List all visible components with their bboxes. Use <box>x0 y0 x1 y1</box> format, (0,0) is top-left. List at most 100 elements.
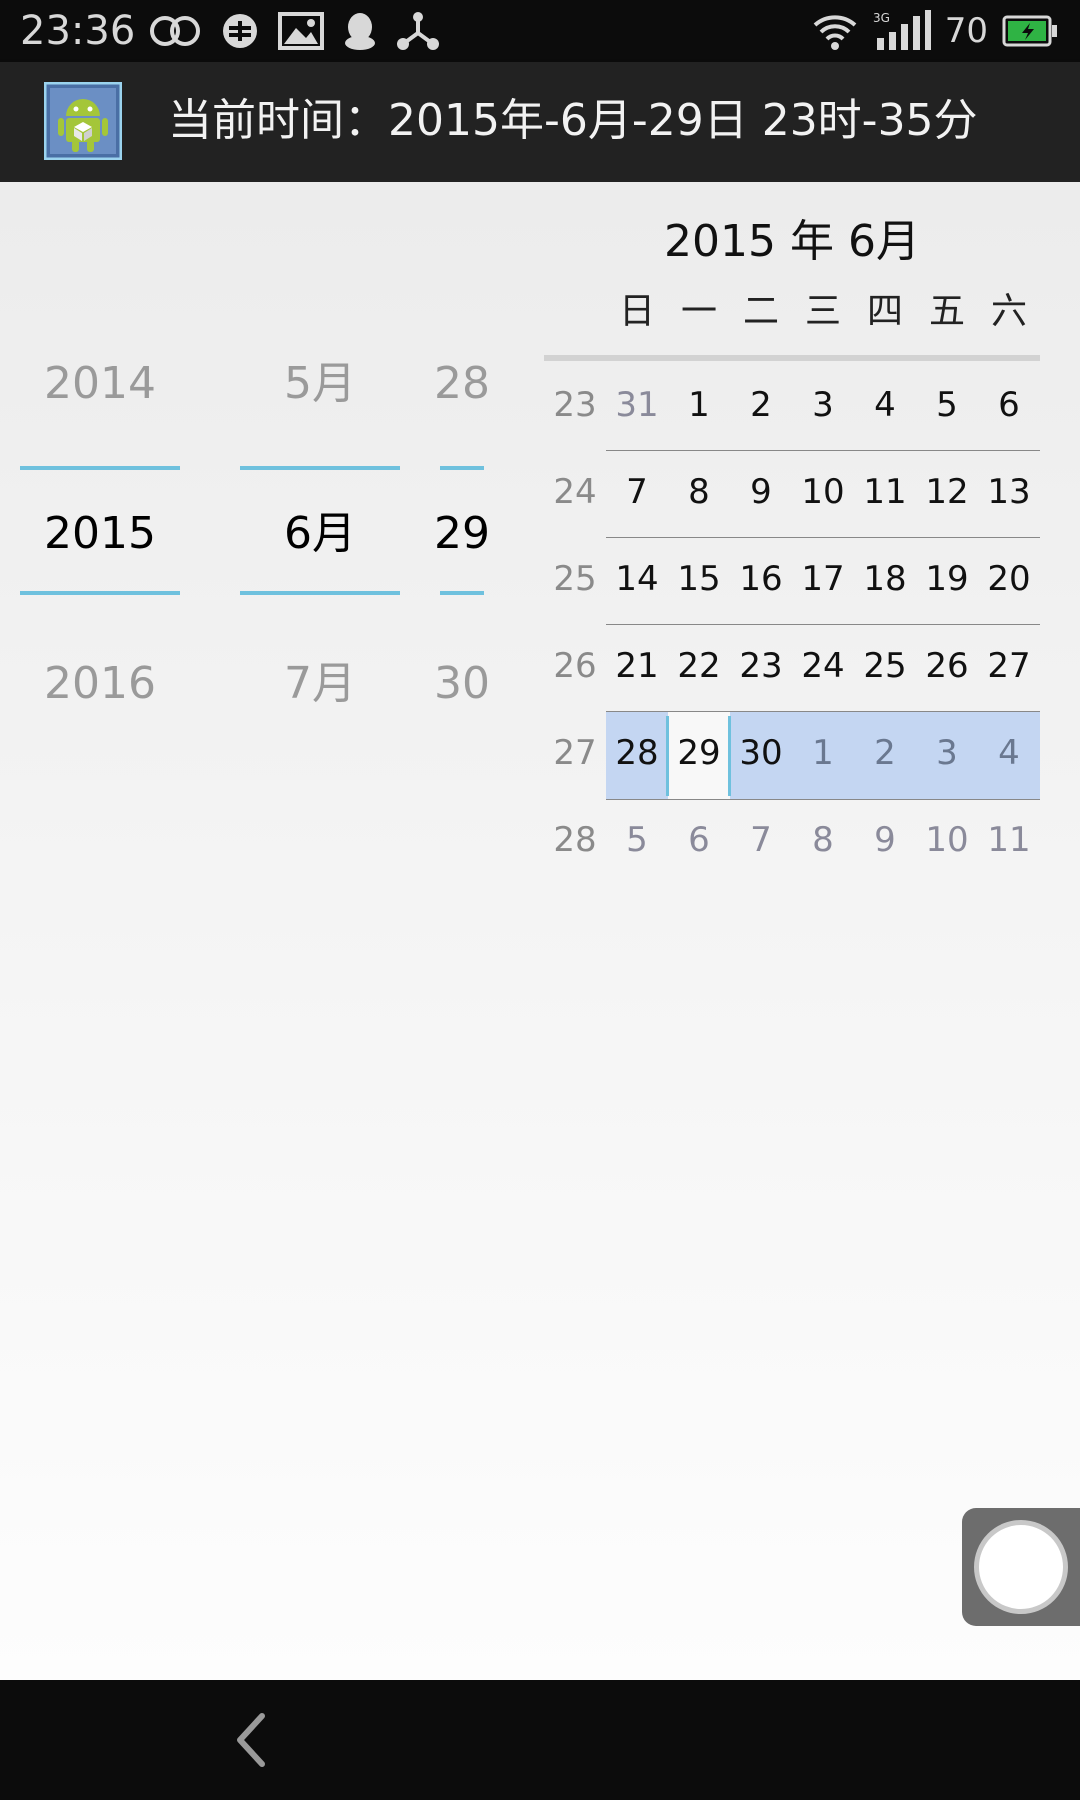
sync-icon <box>223 14 257 48</box>
android-app-icon[interactable] <box>44 82 122 160</box>
day-prev[interactable]: 28 <box>420 354 504 414</box>
calendar-day[interactable]: 5 <box>606 797 668 884</box>
calendar-week-row: 25 14 15 16 17 18 19 20 <box>544 536 1040 623</box>
calendar-day[interactable]: 22 <box>668 623 730 710</box>
week-number: 26 <box>553 646 597 686</box>
calendar-day[interactable]: 3 <box>916 710 978 797</box>
assistive-touch-ring-icon <box>974 1520 1068 1614</box>
calendar-day[interactable]: 21 <box>606 623 668 710</box>
calendar-day[interactable]: 8 <box>668 449 730 536</box>
calendar-day-selected[interactable]: 29 <box>668 710 730 797</box>
calendar-day[interactable]: 16 <box>730 536 792 623</box>
calendar-day[interactable]: 14 <box>606 536 668 623</box>
calendar-day[interactable]: 6 <box>668 797 730 884</box>
weekday-wed: 三 <box>804 291 841 332</box>
calendar-day[interactable]: 11 <box>978 797 1040 884</box>
weekday-tue: 二 <box>742 291 779 332</box>
weekday-thu: 四 <box>866 291 903 332</box>
month-picker[interactable]: 5月 6月 7月 <box>240 182 400 709</box>
week-number: 25 <box>553 559 597 599</box>
calendar-week-row-selected: 27 28 29 30 1 2 3 4 <box>544 710 1040 797</box>
calendar-week-row: 28 5 6 7 8 9 10 11 <box>544 797 1040 884</box>
calendar-day[interactable]: 17 <box>792 536 854 623</box>
calendar-day[interactable]: 20 <box>978 536 1040 623</box>
calendar-day[interactable]: 25 <box>854 623 916 710</box>
month-prev[interactable]: 5月 <box>240 354 400 414</box>
week-number: 28 <box>553 820 597 860</box>
calendar-day[interactable]: 9 <box>854 797 916 884</box>
month-picker-divider-top <box>240 466 400 470</box>
action-bar: 当前时间：2015年-6月-29日 23时-35分 <box>0 62 1080 182</box>
calendar-day[interactable]: 5 <box>916 362 978 449</box>
calendar-day[interactable]: 11 <box>854 449 916 536</box>
calendar-day[interactable]: 19 <box>916 536 978 623</box>
month-current[interactable]: 6月 <box>240 504 400 564</box>
qq-icon <box>345 13 375 50</box>
week-number: 24 <box>553 472 597 512</box>
calendar-day[interactable]: 31 <box>606 362 668 449</box>
calendar-day[interactable]: 10 <box>792 449 854 536</box>
day-picker-divider-top <box>440 466 484 470</box>
calendar-day[interactable]: 9 <box>730 449 792 536</box>
calendar-day[interactable]: 3 <box>792 362 854 449</box>
calendar-week-row: 26 21 22 23 24 25 26 27 <box>544 623 1040 710</box>
back-chevron-icon[interactable] <box>228 1710 278 1770</box>
calendar-day[interactable]: 2 <box>854 710 916 797</box>
calendar-day[interactable]: 18 <box>854 536 916 623</box>
calendar-view[interactable]: 2015 年 6月 日 一 二 三 四 五 六 23 31 1 2 3 4 5 … <box>544 182 1040 902</box>
content-area: 2014 2015 2016 5月 6月 7月 28 29 30 2015 年 … <box>0 182 1080 1680</box>
current-time-title: 当前时间：2015年-6月-29日 23时-35分 <box>168 95 978 146</box>
calendar-day[interactable]: 1 <box>668 362 730 449</box>
day-current[interactable]: 29 <box>420 504 504 564</box>
battery-icon <box>1002 15 1057 47</box>
calendar-day[interactable]: 15 <box>668 536 730 623</box>
calendar-header-divider <box>544 355 1040 361</box>
year-picker-divider-top <box>20 466 180 470</box>
year-picker[interactable]: 2014 2015 2016 <box>20 182 180 709</box>
battery-percent: 70 <box>944 11 988 51</box>
status-notification-icons <box>148 10 440 52</box>
calendar-day[interactable]: 7 <box>606 449 668 536</box>
weekday-sun: 日 <box>618 291 655 332</box>
calendar-month-header: 2015 年 6月 <box>664 216 920 267</box>
calendar-day[interactable]: 24 <box>792 623 854 710</box>
share-icon <box>397 12 439 50</box>
calendar-day[interactable]: 27 <box>978 623 1040 710</box>
weekday-sat: 六 <box>990 291 1027 332</box>
week-number: 27 <box>553 733 597 773</box>
day-picker[interactable]: 28 29 30 <box>434 182 490 709</box>
week-number: 23 <box>553 385 597 425</box>
status-system-icons: 3G 70 <box>811 8 1058 54</box>
day-picker-divider-bottom <box>440 591 484 595</box>
year-current[interactable]: 2015 <box>20 504 180 564</box>
calendar-day[interactable]: 12 <box>916 449 978 536</box>
calendar-day[interactable]: 10 <box>916 797 978 884</box>
signal-3g-icon: 3G <box>873 10 931 50</box>
calendar-day[interactable]: 4 <box>854 362 916 449</box>
navigation-bar <box>0 1680 1080 1800</box>
calendar-day[interactable]: 2 <box>730 362 792 449</box>
calendar-day[interactable]: 7 <box>730 797 792 884</box>
month-next[interactable]: 7月 <box>240 654 400 714</box>
calendar-day[interactable]: 23 <box>730 623 792 710</box>
calendar-day[interactable]: 6 <box>978 362 1040 449</box>
day-next[interactable]: 30 <box>420 654 504 714</box>
status-bar: 23:36 3G 70 <box>0 0 1080 62</box>
year-next[interactable]: 2016 <box>20 654 180 714</box>
svg-text:3G: 3G <box>873 11 890 25</box>
status-time: 23:36 <box>20 8 136 54</box>
year-prev[interactable]: 2014 <box>20 354 180 414</box>
infinity-icon <box>150 16 200 46</box>
calendar-day[interactable]: 26 <box>916 623 978 710</box>
assistive-touch-button[interactable] <box>962 1508 1080 1626</box>
calendar-week-row: 24 7 8 9 10 11 12 13 <box>544 449 1040 536</box>
calendar-day[interactable]: 1 <box>792 710 854 797</box>
calendar-day[interactable]: 30 <box>730 710 792 797</box>
calendar-day[interactable]: 13 <box>978 449 1040 536</box>
calendar-day[interactable]: 28 <box>606 710 668 797</box>
year-picker-divider-bottom <box>20 591 180 595</box>
weekday-mon: 一 <box>680 291 717 332</box>
calendar-week-row: 23 31 1 2 3 4 5 6 <box>544 362 1040 449</box>
calendar-day[interactable]: 4 <box>978 710 1040 797</box>
calendar-day[interactable]: 8 <box>792 797 854 884</box>
